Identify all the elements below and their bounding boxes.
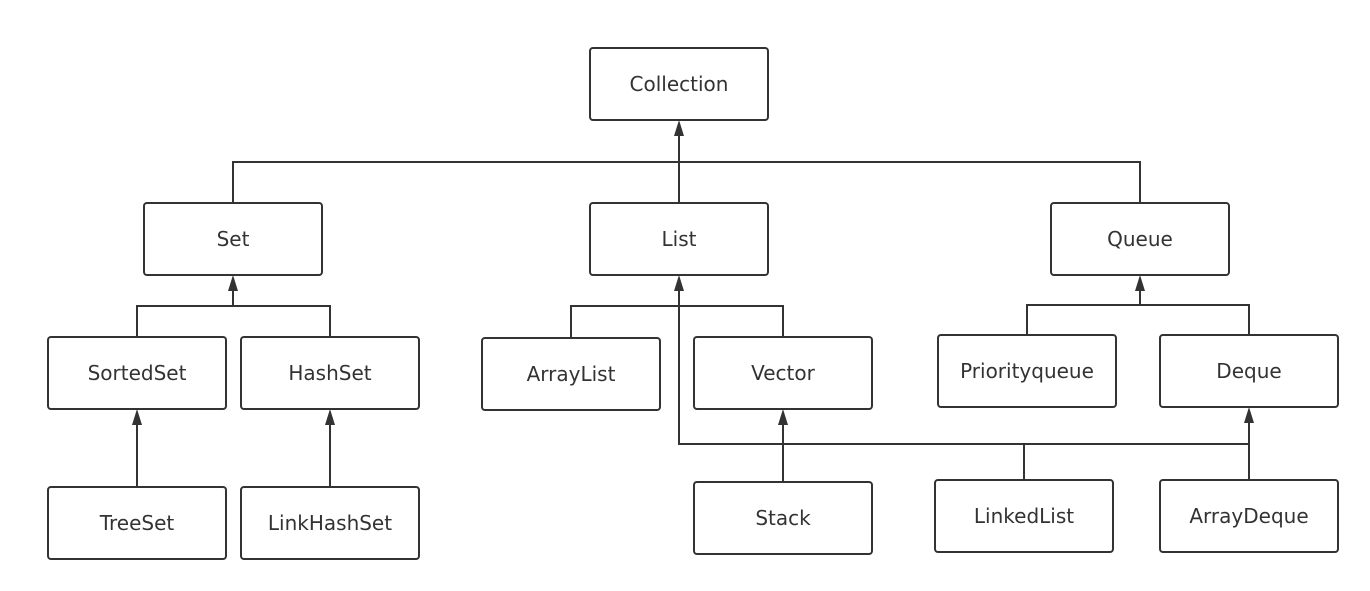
node-label: Deque [1216, 359, 1281, 383]
arrowhead-hashset [325, 409, 335, 425]
node-deque[interactable]: Deque [1159, 334, 1339, 408]
edge-priorityqueue-deque-bus [1026, 304, 1250, 335]
node-arraydeque[interactable]: ArrayDeque [1159, 479, 1339, 553]
node-label: Stack [755, 506, 811, 530]
node-label: TreeSet [99, 511, 175, 535]
node-label: List [662, 227, 697, 251]
node-label: Collection [630, 72, 729, 96]
node-hashset[interactable]: HashSet [240, 336, 420, 410]
node-label: Vector [751, 361, 816, 385]
node-queue[interactable]: Queue [1050, 202, 1230, 276]
node-label: SortedSet [88, 361, 187, 385]
node-arraylist[interactable]: ArrayList [481, 337, 661, 411]
nodes-layer: Collection Set List Queue SortedSet HashSet Ar… [47, 47, 1339, 560]
arrowhead-deque [1244, 407, 1254, 423]
node-label: ArrayList [527, 362, 616, 386]
node-label: HashSet [288, 361, 371, 385]
node-label: Set [217, 227, 250, 251]
node-linkhashset[interactable]: LinkHashSet [240, 486, 420, 560]
arrowhead-list [674, 275, 684, 291]
arrowhead-collection [674, 120, 684, 136]
node-label: LinkedList [974, 504, 1074, 528]
collection-hierarchy-diagram: Collection Set List Queue SortedSet HashSet Ar… [47, 47, 1339, 560]
node-label: ArrayDeque [1189, 504, 1308, 528]
arrowhead-sortedset [132, 409, 142, 425]
edge-set-list-queue-bus [232, 161, 1141, 203]
arrowhead-set [228, 275, 238, 291]
node-vector[interactable]: Vector [693, 336, 873, 410]
edge-sortedset-hashset-bus [136, 305, 331, 337]
node-linkedlist[interactable]: LinkedList [934, 479, 1114, 553]
edge-arraylist-vector-bus [570, 305, 784, 338]
node-sortedset[interactable]: SortedSet [47, 336, 227, 410]
edges-layer [132, 120, 1254, 487]
arrowhead-queue [1135, 275, 1145, 291]
node-set[interactable]: Set [143, 202, 323, 276]
node-treeset[interactable]: TreeSet [47, 486, 227, 560]
node-label: Priorityqueue [960, 359, 1094, 383]
node-label: Queue [1107, 227, 1173, 251]
node-collection[interactable]: Collection [589, 47, 769, 121]
node-list[interactable]: List [589, 202, 769, 276]
node-label: LinkHashSet [268, 511, 392, 535]
node-priorityqueue[interactable]: Priorityqueue [937, 334, 1117, 408]
node-stack[interactable]: Stack [693, 481, 873, 555]
arrowhead-vector [778, 409, 788, 425]
